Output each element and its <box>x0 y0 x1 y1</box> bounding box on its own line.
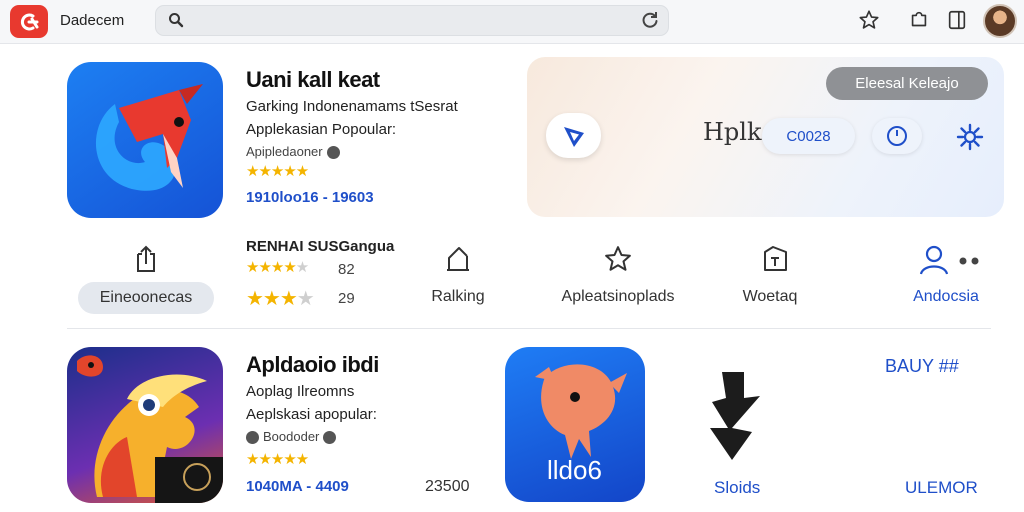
buy-label[interactable]: BAUY ## <box>885 356 959 377</box>
third-app-wordmark: lldo6 <box>547 455 602 485</box>
banner-text: Hplk <box>703 118 762 146</box>
category-label-apps[interactable]: Apleatsinoplads <box>538 288 698 306</box>
verified-badge-icon <box>323 431 337 445</box>
category-pill[interactable]: Eineoonecas <box>78 282 214 314</box>
banner-action-button[interactable]: Eleesal Keleajo <box>826 67 988 100</box>
banner-code-label: C0028 <box>786 127 831 145</box>
category-label-woetaq[interactable]: Woetaq <box>730 288 810 306</box>
app-logo-icon[interactable] <box>10 5 48 38</box>
second-center-label[interactable]: Sloids <box>714 478 760 498</box>
featured-app-meta: 1910loo16 - 19603 <box>246 189 374 206</box>
person-icon[interactable] <box>918 244 950 281</box>
second-app-price: 23500 <box>425 478 470 495</box>
developer-name: Boododer <box>263 429 320 444</box>
dev-logo-icon <box>246 431 259 445</box>
featured-app-icon[interactable] <box>67 62 223 218</box>
settings-gear-icon[interactable] <box>955 122 985 157</box>
download-arrow-icon[interactable] <box>708 368 770 467</box>
ranking-chart-icon[interactable] <box>443 244 473 279</box>
more-options-icon[interactable] <box>959 252 985 270</box>
section-divider <box>67 328 991 329</box>
ranking-row2-stars: ★★★★ <box>246 288 315 310</box>
second-app-rating: ★★★★★ <box>246 451 309 468</box>
second-app-icon[interactable] <box>67 347 223 503</box>
app-name: Dadecem <box>60 12 125 29</box>
sidebar-icon[interactable] <box>946 9 968 36</box>
third-app-icon[interactable]: lldo6 <box>505 347 645 502</box>
second-app-title[interactable]: Apldaoio ibdi <box>246 352 379 378</box>
star-outline-icon[interactable] <box>603 244 633 279</box>
second-app-meta: 1040MA - 4409 <box>246 478 349 495</box>
featured-app-subtitle: Garking Indonenamams tSesrat <box>246 98 458 115</box>
ranking-row1-count: 82 <box>338 261 355 278</box>
gift-tag-icon[interactable] <box>760 244 790 279</box>
location-pin-icon[interactable] <box>546 113 601 158</box>
ranking-row1-stars: ★★★★★ <box>246 259 309 276</box>
featured-app-category: Applekasian Popoular: <box>246 121 397 138</box>
search-input[interactable] <box>196 9 616 31</box>
ranking-heading: RENHAI SUSGangua <box>246 238 395 255</box>
category-label-andocsia[interactable]: Andocsia <box>896 288 996 306</box>
second-app-subtitle: Aoplag Ilreomns <box>246 383 355 400</box>
featured-app-developer: Apipledaoner <box>246 144 340 160</box>
second-app-category: Aeplskasi apopular: <box>246 406 377 423</box>
featured-app-title[interactable]: Uani kall keat <box>246 67 380 93</box>
timer-icon[interactable] <box>872 118 922 154</box>
second-app-developer: Boododer <box>246 429 337 445</box>
ranking-row2-count: 29 <box>338 290 355 307</box>
developer-name: Apipledaoner <box>246 144 323 159</box>
category-label-ranking[interactable]: Ralking <box>413 288 503 306</box>
avatar[interactable] <box>983 4 1017 38</box>
search-icon <box>168 12 184 33</box>
star-icon[interactable] <box>858 9 880 36</box>
extensions-icon[interactable] <box>908 9 930 36</box>
featured-app-rating: ★★★★★ <box>246 163 309 180</box>
more-link[interactable]: ULEMOR <box>905 478 978 498</box>
share-icon[interactable] <box>132 244 160 279</box>
banner-code-pill[interactable]: C0028 <box>762 118 855 154</box>
reload-icon[interactable] <box>640 10 660 35</box>
verified-badge-icon <box>326 146 340 160</box>
